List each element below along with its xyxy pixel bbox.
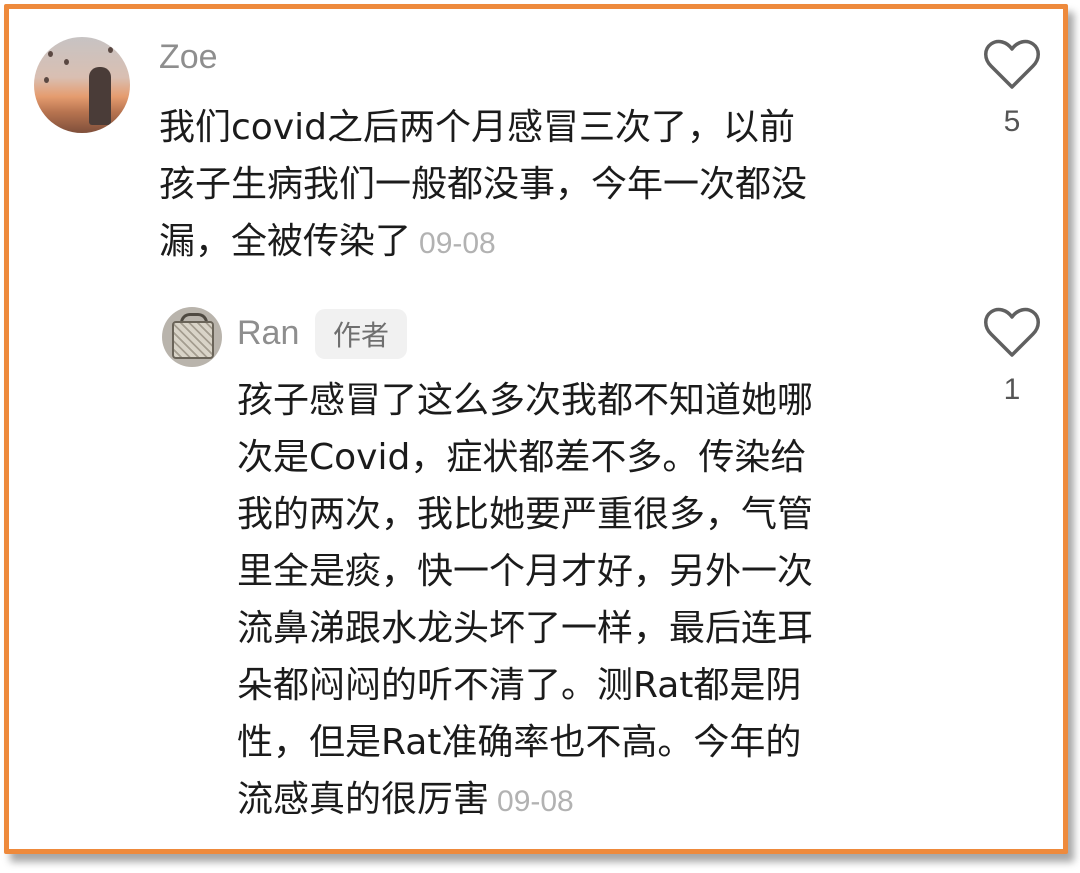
like-count: 1 (1003, 373, 1021, 406)
heart-icon[interactable] (983, 307, 1041, 359)
author-badge: 作者 (315, 309, 407, 359)
comment-line: 朵都闷闷的听不清了。测Rat都是阴 (237, 665, 802, 706)
comment-line: 里全是痰，快一个月才好，另外一次 (237, 551, 814, 592)
username-ran[interactable]: Ran (237, 313, 299, 353)
comment-line: 孩子生病我们一般都没事，今年一次都没 (159, 164, 808, 205)
comment-line: 流鼻涕跟水龙头坏了一样，最后连耳 (237, 608, 814, 649)
comment-date: 09-08 (419, 227, 496, 260)
comment-date: 09-08 (497, 785, 574, 818)
comment-thread: Zoe 我们covid之后两个月感冒三次了，以前 孩子生病我们一般都没事，今年一… (4, 4, 1068, 854)
comment-line: 性，但是Rat准确率也不高。今年的 (237, 722, 802, 763)
comment-line: 我们covid之后两个月感冒三次了，以前 (159, 107, 795, 148)
comment-line: 流感真的很厉害 09-08 (237, 779, 574, 820)
comment-text-ran: 孩子感冒了这么多次我都不知道她哪 次是Covid，症状都差不多。传染给 我的两次… (237, 372, 813, 830)
like-count: 5 (1003, 105, 1021, 138)
avatar-zoe[interactable] (34, 37, 130, 133)
heart-icon[interactable] (983, 39, 1041, 91)
comment-line: 孩子感冒了这么多次我都不知道她哪 (237, 380, 814, 421)
comment-line: 漏，全被传染了 09-08 (159, 221, 496, 262)
avatar-ran[interactable] (162, 307, 222, 367)
username-zoe[interactable]: Zoe (159, 37, 218, 77)
comment-line: 我的两次，我比她要严重很多，气管 (237, 494, 814, 535)
comment-text-zoe: 我们covid之后两个月感冒三次了，以前 孩子生病我们一般都没事，今年一次都没 … (159, 99, 807, 272)
comment-line: 次是Covid，症状都差不多。传染给 (237, 437, 807, 478)
